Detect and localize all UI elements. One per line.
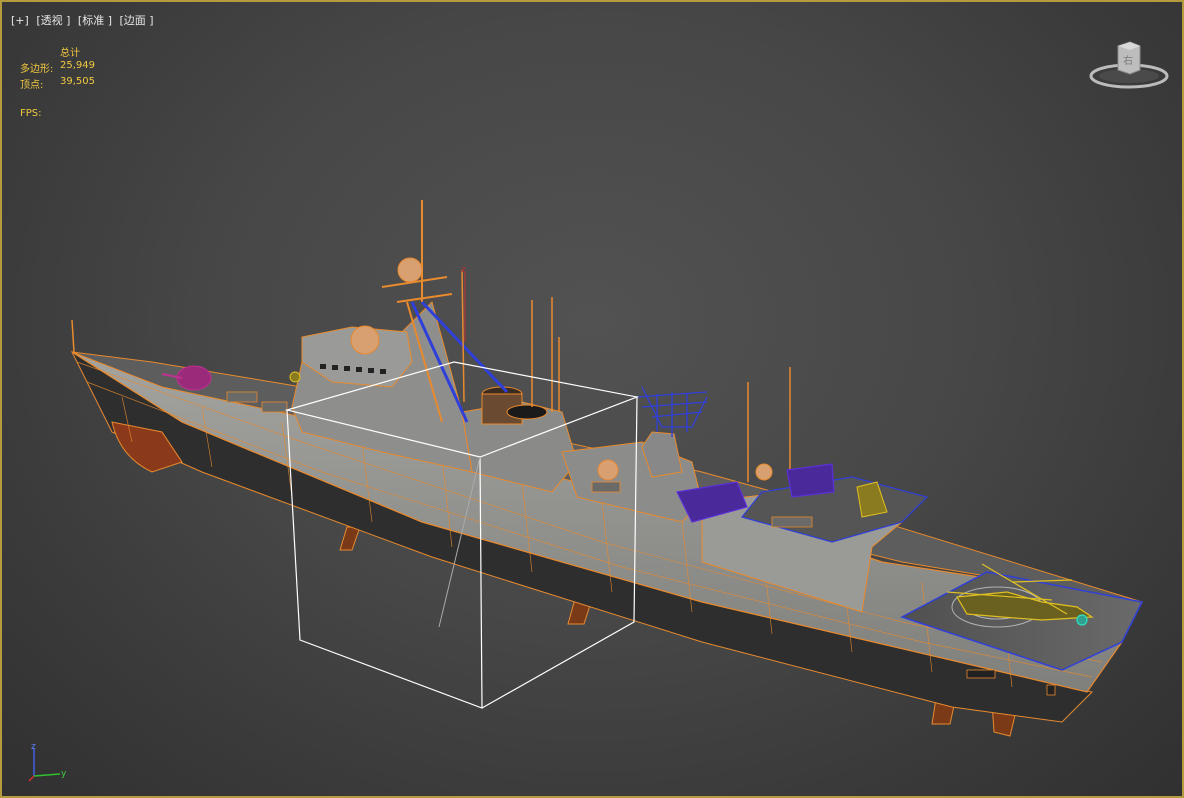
axis-y-label: y [61, 769, 67, 779]
pivot-z-label: z [461, 265, 466, 275]
funnel [481, 386, 548, 425]
ship-model-scene[interactable]: z [2, 2, 1182, 796]
axis-z-label: z [31, 742, 36, 752]
axis-x-line [28, 775, 35, 782]
perspective-viewport[interactable]: [+] [透视 ] [标准 ] [边面 ] 总计 多边形: 25,949 顶点:… [0, 0, 1184, 798]
axis-tripod: z y [28, 742, 67, 782]
viewcube[interactable]: 右 [1086, 40, 1172, 96]
viewcube-face-label: 右 [1123, 54, 1133, 67]
axis-y-line [33, 773, 61, 777]
missile-launcher-selected [636, 386, 708, 437]
